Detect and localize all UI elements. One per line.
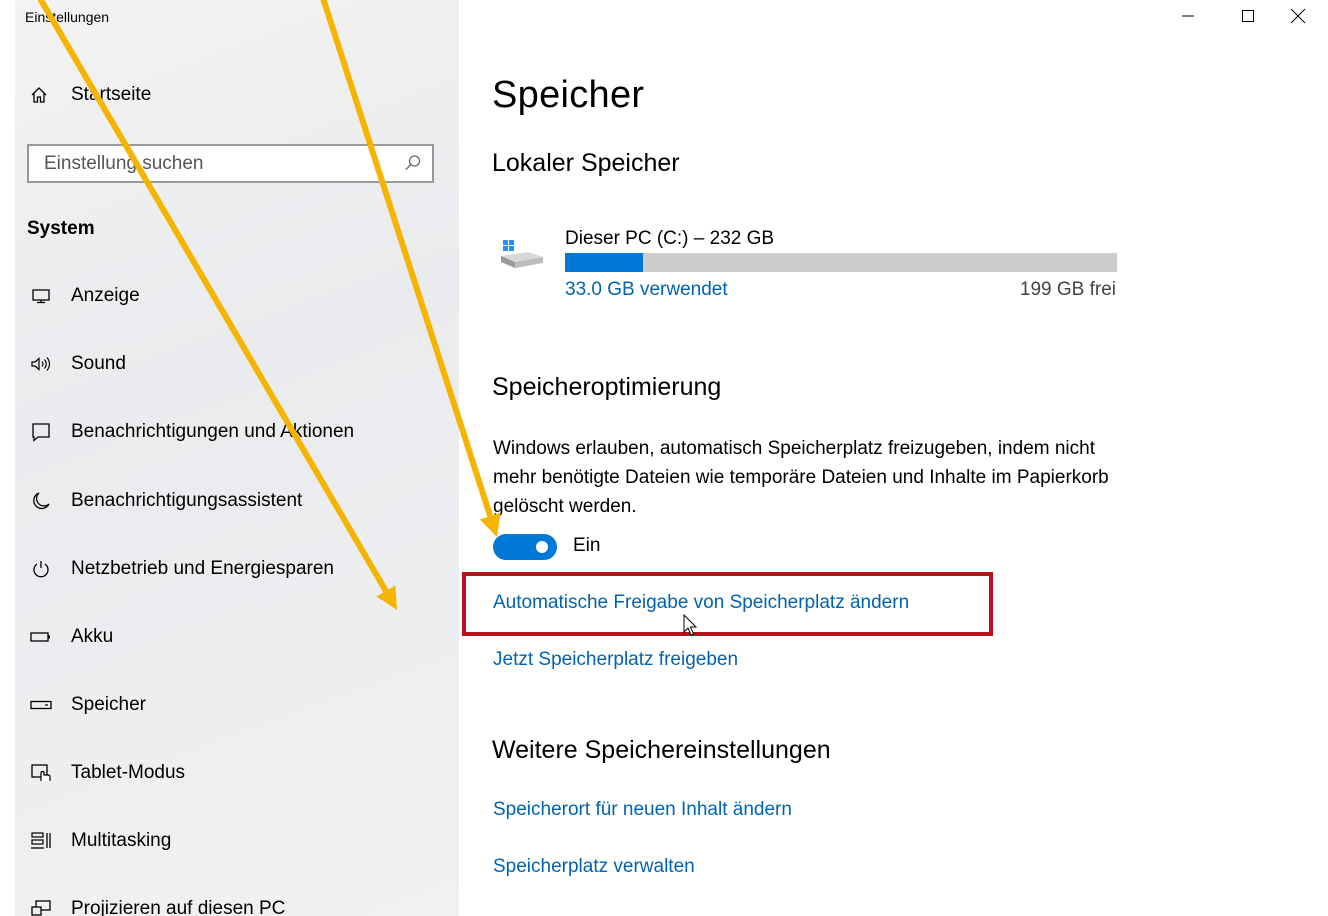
close-icon bbox=[1290, 8, 1306, 29]
speaker-icon bbox=[30, 353, 52, 375]
storage-sense-toggle[interactable] bbox=[493, 534, 557, 560]
sidebar-item-label: Akku bbox=[71, 626, 114, 647]
storage-icon bbox=[30, 694, 52, 716]
storage-sense-heading: Speicheroptimierung bbox=[492, 373, 722, 401]
window-title: Einstellungen bbox=[25, 9, 110, 25]
power-icon bbox=[30, 558, 52, 580]
drive-icon bbox=[499, 236, 545, 275]
sidebar-section-system: System bbox=[27, 218, 95, 239]
sidebar-item-label: Benachrichtigungsassistent bbox=[71, 490, 303, 511]
sidebar-item-multitasking[interactable]: Multitasking bbox=[30, 827, 171, 855]
sidebar-item-project[interactable]: Projizieren auf diesen PC bbox=[30, 895, 285, 916]
drive-name[interactable]: Dieser PC (C:) – 232 GB bbox=[565, 228, 774, 250]
sidebar-item-power[interactable]: Netzbetrieb und Energiesparen bbox=[30, 555, 334, 583]
notification-icon bbox=[30, 421, 52, 443]
minimize-button[interactable] bbox=[1158, 0, 1218, 36]
search-input[interactable] bbox=[29, 146, 404, 181]
storage-usage-bar[interactable] bbox=[565, 253, 1117, 272]
maximize-icon bbox=[1241, 9, 1255, 28]
close-button[interactable] bbox=[1268, 0, 1328, 36]
sidebar-item-label: Sound bbox=[71, 353, 126, 374]
search-icon[interactable] bbox=[404, 154, 422, 177]
highlight-box bbox=[462, 572, 993, 636]
home-icon bbox=[30, 86, 52, 104]
page-title: Speicher bbox=[492, 74, 645, 116]
multitasking-icon bbox=[30, 830, 52, 852]
battery-icon bbox=[30, 626, 52, 648]
sidebar-item-label: Benachrichtigungen und Aktionen bbox=[71, 421, 355, 442]
storage-sense-description: Windows erlauben, automatisch Speicherpl… bbox=[493, 438, 1109, 517]
mouse-cursor-icon bbox=[683, 613, 699, 643]
sidebar-item-battery[interactable]: Akku bbox=[30, 623, 113, 651]
change-save-location-link[interactable]: Speicherort für neuen Inhalt ändern bbox=[493, 799, 792, 821]
sidebar-item-label: Anzeige bbox=[71, 285, 140, 306]
monitor-icon bbox=[30, 285, 52, 307]
free-space-text: 199 GB frei bbox=[1019, 279, 1116, 300]
project-icon bbox=[30, 898, 52, 916]
moon-icon bbox=[30, 490, 52, 512]
free-space-now-link[interactable]: Jetzt Speicherplatz freigeben bbox=[493, 649, 738, 671]
sidebar-item-home-label: Startseite bbox=[71, 84, 152, 105]
toggle-knob bbox=[536, 541, 548, 553]
sidebar-item-label: Projizieren auf diesen PC bbox=[71, 898, 286, 916]
sidebar-item-home[interactable]: Startseite bbox=[30, 84, 151, 106]
sidebar-item-focus-assist[interactable]: Benachrichtigungsassistent bbox=[30, 487, 302, 515]
sidebar-item-label: Multitasking bbox=[71, 830, 172, 851]
sidebar-item-label: Netzbetrieb und Energiesparen bbox=[71, 558, 335, 579]
manage-storage-link[interactable]: Speicherplatz verwalten bbox=[493, 856, 695, 878]
more-storage-settings-heading: Weitere Speichereinstellungen bbox=[492, 736, 831, 764]
sidebar-item-label: Speicher bbox=[71, 694, 146, 715]
sidebar-item-tablet-mode[interactable]: Tablet-Modus bbox=[30, 759, 185, 787]
toggle-state-label: Ein bbox=[573, 535, 601, 556]
minimize-icon bbox=[1181, 9, 1195, 28]
settings-window: Einstellungen Startseite System Anzeige … bbox=[0, 0, 1328, 916]
sidebar-item-storage[interactable]: Speicher bbox=[30, 691, 146, 719]
tablet-mode-icon bbox=[30, 762, 52, 784]
storage-usage-fill bbox=[565, 253, 644, 272]
sidebar-item-label: Tablet-Modus bbox=[71, 762, 186, 783]
sidebar-item-notifications[interactable]: Benachrichtigungen und Aktionen bbox=[30, 418, 354, 446]
sidebar-item-sound[interactable]: Sound bbox=[30, 350, 126, 378]
search-box[interactable] bbox=[27, 144, 434, 183]
used-space-text[interactable]: 33.0 GB verwendet bbox=[565, 279, 728, 301]
sidebar-item-display[interactable]: Anzeige bbox=[30, 282, 140, 310]
local-storage-heading: Lokaler Speicher bbox=[492, 149, 680, 177]
